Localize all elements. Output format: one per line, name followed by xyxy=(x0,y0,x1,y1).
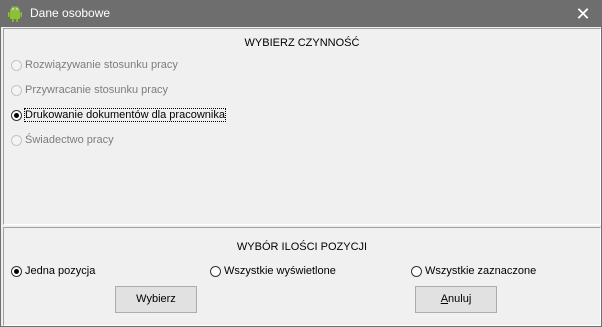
radio-label: Wszystkie wyświetlone xyxy=(224,265,336,277)
radio-label: Świadectwo pracy xyxy=(25,134,114,146)
select-button[interactable]: Wybierz xyxy=(115,286,197,313)
radio-label: Drukowanie dokumentów dla pracownika xyxy=(24,108,226,122)
radio-circle[interactable] xyxy=(210,265,221,277)
radio-label: Jedna pozycja xyxy=(25,265,96,277)
cancel-button[interactable]: Anuluj xyxy=(415,286,497,313)
radio-label: Wszystkie zaznaczone xyxy=(425,265,537,277)
radio-circle[interactable] xyxy=(11,59,22,71)
cancel-button-label: nuluj xyxy=(448,293,472,305)
window-title: Dane osobowe xyxy=(30,6,111,20)
radio-circle[interactable] xyxy=(411,265,422,277)
select-button-label: Wybierz xyxy=(136,293,176,305)
radio-circle[interactable] xyxy=(11,134,22,146)
radio-jedna-pozycja[interactable]: Jedna pozycja xyxy=(11,265,95,277)
activity-panel: WYBIERZ CZYNNOŚĆ Rozwiązywanie stosunku … xyxy=(3,28,601,225)
radio-wszystkie-zaznaczone[interactable]: Wszystkie zaznaczone xyxy=(411,265,536,277)
dialog-window: Dane osobowe ✕ WYBIERZ CZYNNOŚĆ Rozwiązy… xyxy=(0,0,602,327)
radio-circle[interactable] xyxy=(11,84,22,96)
activity-panel-title: WYBIERZ CZYNNOŚĆ xyxy=(244,37,360,49)
close-icon: ✕ xyxy=(575,4,591,24)
radio-przywracanie[interactable]: Przywracanie stosunku pracy xyxy=(11,84,168,96)
cancel-mnemonic: A xyxy=(440,293,449,305)
title-bar[interactable]: Dane osobowe ✕ xyxy=(1,1,601,27)
radio-rozwiazywanie[interactable]: Rozwiązywanie stosunku pracy xyxy=(11,59,178,71)
android-icon xyxy=(8,5,22,22)
radio-label: Rozwiązywanie stosunku pracy xyxy=(25,59,178,71)
radio-drukowanie[interactable]: Drukowanie dokumentów dla pracownika xyxy=(11,108,226,122)
radio-wszystkie-wyswietlone[interactable]: Wszystkie wyświetlone xyxy=(210,265,336,277)
radio-circle-selected[interactable] xyxy=(11,265,22,277)
scope-panel: WYBÓR ILOŚCI POZYCJI Jedna pozycja Wszys… xyxy=(3,227,601,326)
radio-swiadectwo[interactable]: Świadectwo pracy xyxy=(11,134,114,146)
close-button[interactable]: ✕ xyxy=(565,1,601,27)
scope-panel-title: WYBÓR ILOŚCI POZYCJI xyxy=(236,241,368,253)
radio-label: Przywracanie stosunku pracy xyxy=(25,84,169,96)
radio-circle-selected[interactable] xyxy=(11,109,22,121)
